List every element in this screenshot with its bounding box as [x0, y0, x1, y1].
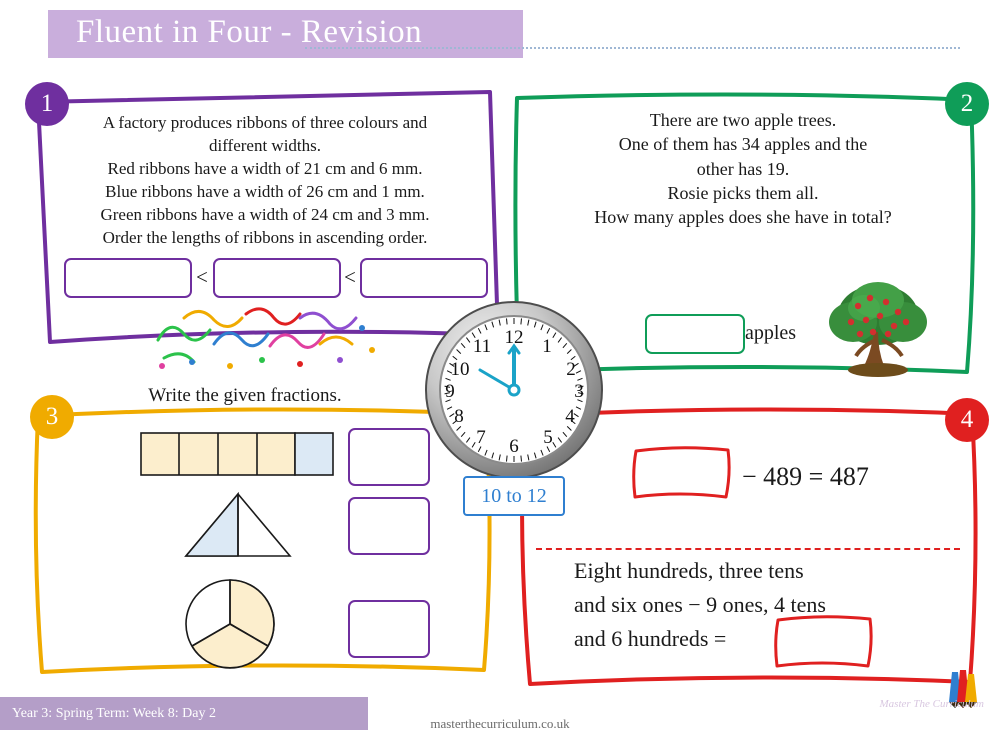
svg-text:8: 8 — [454, 406, 464, 427]
question-3-badge: 3 — [30, 395, 74, 439]
question-1-answer-input-2[interactable] — [213, 258, 341, 298]
svg-text:2: 2 — [566, 359, 576, 380]
question-3-answer-input-3[interactable] — [348, 600, 430, 658]
pencils-decoration-icon — [949, 670, 977, 708]
question-2-line-3: other has 19. — [696, 158, 790, 179]
svg-text:3: 3 — [574, 381, 584, 402]
question-2-line-5: How many apples does she have in total? — [594, 207, 892, 228]
question-2-badge: 2 — [945, 82, 989, 126]
question-3-answer-input-1[interactable] — [348, 428, 430, 486]
svg-text:9: 9 — [445, 381, 455, 402]
title-dotted-rule — [305, 47, 960, 51]
question-1-separator-1: < — [196, 265, 208, 289]
question-4-divider — [536, 548, 960, 550]
question-2-line-1: There are two apple trees. — [649, 110, 837, 130]
question-1-answer-input-3[interactable] — [360, 258, 488, 298]
question-1-badge: 1 — [25, 82, 69, 126]
question-4-equation-2-line-1: Eight hundreds, three tens — [574, 558, 804, 583]
question-1-text: A factory produces ribbons of three colo… — [60, 112, 470, 250]
svg-text:6: 6 — [509, 436, 519, 457]
question-2-line-4: Rosie picks them all. — [667, 182, 819, 203]
svg-text:5: 5 — [543, 427, 553, 448]
svg-text:7: 7 — [476, 427, 486, 448]
question-1-separator-2: < — [344, 265, 356, 289]
fraction-shape-circle-thirds — [185, 579, 275, 669]
analog-clock: 12 1 2 3 4 5 6 7 8 9 10 11 — [424, 300, 604, 480]
question-3-answer-input-2[interactable] — [348, 497, 430, 555]
question-2-answer-input[interactable] — [645, 314, 745, 354]
page-title: Fluent in Four - Revision — [76, 14, 423, 50]
question-3-line-1: Write the given fractions. — [148, 385, 342, 406]
footer-brand: Master The Curriculum — [879, 698, 985, 710]
question-4-equation-1-text: − 489 = 487 — [742, 462, 869, 491]
fraction-shape-rectangle-fifths — [140, 432, 334, 476]
question-1-line-1: A factory produces ribbons of three colo… — [102, 113, 428, 132]
svg-text:4: 4 — [565, 406, 575, 427]
question-1-answer-input-1[interactable] — [64, 258, 192, 298]
worksheet-page: Fluent in Four - Revision 1 A factory pr… — [0, 0, 1000, 750]
question-1-line-2: different widths. — [208, 135, 322, 155]
ribbons-decoration-icon — [156, 307, 375, 369]
question-1-line-3: Red ribbons have a width of 21 cm and 6 … — [107, 158, 423, 178]
svg-text:10: 10 — [451, 359, 470, 380]
question-2-text: There are two apple trees. One of them h… — [528, 108, 958, 229]
apple-tree-icon — [829, 282, 927, 377]
question-4-answer-input-2[interactable] — [772, 612, 876, 672]
question-1-line-6: Order the lengths of ribbons in ascendin… — [102, 227, 428, 247]
footer-website: masterthecurriculum.co.uk — [430, 716, 570, 731]
question-4-badge: 4 — [945, 398, 989, 442]
question-4-answer-input-1[interactable] — [630, 443, 734, 503]
question-3-text: Write the given fractions. — [80, 383, 410, 409]
question-1-line-4: Blue ribbons have a width of 26 cm and 1… — [105, 181, 425, 201]
question-2-unit-label: apples — [745, 322, 797, 344]
fraction-shape-triangle-halves — [184, 492, 292, 557]
clock-time-label: 10 to 12 — [463, 476, 565, 516]
svg-text:11: 11 — [473, 336, 491, 357]
question-2-line-2: One of them has 34 apples and the — [618, 134, 868, 155]
svg-text:1: 1 — [542, 336, 552, 357]
question-1-line-5: Green ribbons have a width of 24 cm and … — [100, 204, 430, 224]
